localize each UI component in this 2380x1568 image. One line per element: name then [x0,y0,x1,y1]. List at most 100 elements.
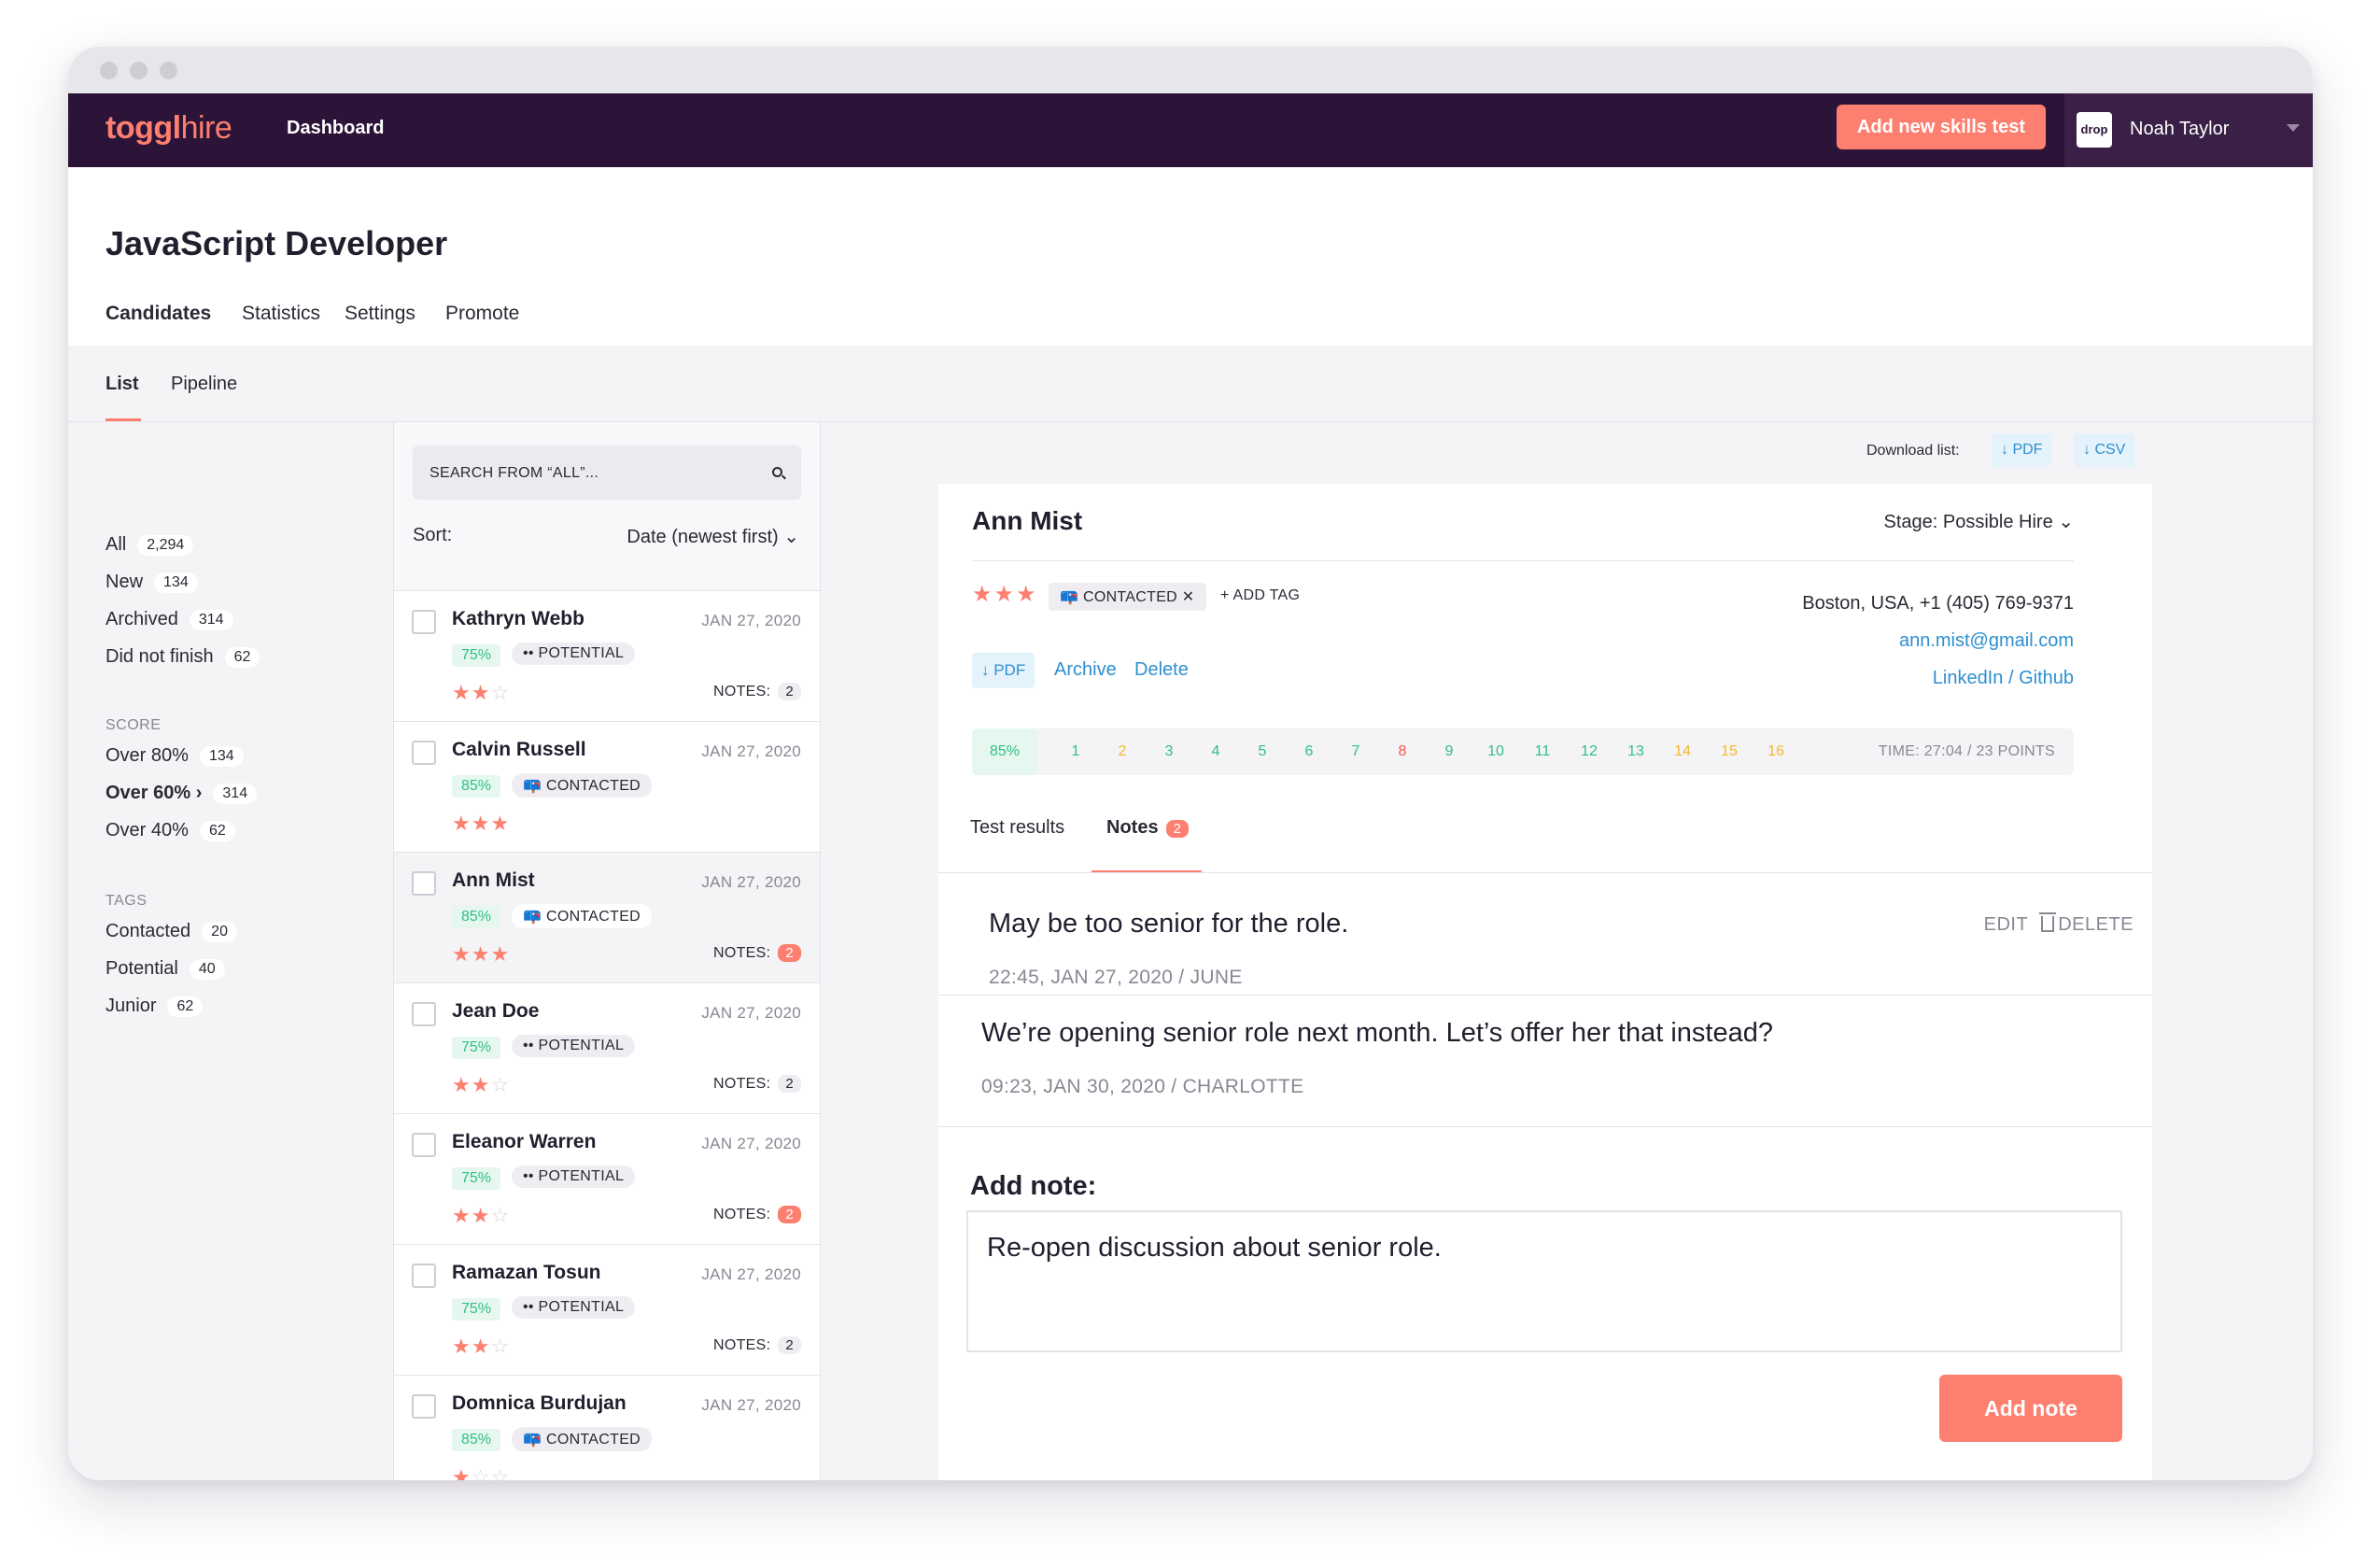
filter-over-60[interactable]: Over 60% › 314 [106,783,258,804]
candidate-checkbox[interactable] [412,1002,436,1026]
question-result-6[interactable]: 6 [1297,743,1321,760]
filter-did-not-finish[interactable]: Did not finish 62 [106,646,261,668]
tag-badge: •• POTENTIAL [512,1296,636,1319]
candidate-pdf-button[interactable]: ↓ PDF [972,653,1035,688]
candidate-card[interactable]: Jean Doe JAN 27, 2020 75% •• POTENTIAL ★… [394,983,820,1114]
user-menu[interactable]: drop Noah Taylor [2064,93,2313,167]
question-result-9[interactable]: 9 [1437,743,1461,760]
filter-over-80[interactable]: Over 80% 134 [106,745,244,767]
question-result-14[interactable]: 14 [1670,743,1695,760]
star-rating[interactable]: ★★☆ [452,1073,510,1097]
download-pdf-button[interactable]: ↓ PDF [1992,433,2052,467]
add-note-heading: Add note: [970,1171,1097,1201]
question-result-12[interactable]: 12 [1577,743,1601,760]
chevron-down-icon [2287,124,2300,132]
tag-badge: 📪 CONTACTED [512,904,653,928]
window-minimize-dot[interactable] [130,62,148,79]
tab-notes[interactable]: Notes 2 [1106,817,1189,839]
score-badge: 75% [452,1298,501,1321]
window-zoom-dot[interactable] [160,62,177,79]
window-close-dot[interactable] [100,62,118,79]
candidate-checkbox[interactable] [412,871,436,896]
link-separator: / [2007,668,2014,688]
candidate-card[interactable]: Calvin Russell JAN 27, 2020 85% 📪 CONTAC… [394,722,820,853]
candidate-card[interactable]: Ramazan Tosun JAN 27, 2020 75% •• POTENT… [394,1245,820,1376]
filter-over-40[interactable]: Over 40% 62 [106,820,235,841]
question-result-3[interactable]: 3 [1157,743,1181,760]
linkedin-link[interactable]: LinkedIn [1933,668,2004,688]
notes-count: NOTES: 2 [713,683,801,700]
avatar: drop [2077,112,2112,148]
window-titlebar [68,47,2313,93]
add-skills-test-button[interactable]: Add new skills test [1837,105,2046,149]
filter-tag-potential[interactable]: Potential 40 [106,958,225,980]
candidate-checkbox[interactable] [412,1133,436,1157]
question-result-16[interactable]: 16 [1764,743,1788,760]
candidate-card[interactable]: Kathryn Webb JAN 27, 2020 75% •• POTENTI… [394,591,820,722]
question-result-15[interactable]: 15 [1717,743,1741,760]
sort-dropdown[interactable]: Date (newest first) ⌄ [627,525,799,548]
trash-icon[interactable] [2039,912,2057,932]
question-result-7[interactable]: 7 [1344,743,1368,760]
question-result-5[interactable]: 5 [1250,743,1274,760]
candidate-checkbox[interactable] [412,1394,436,1419]
candidate-card[interactable]: Domnica Burdujan JAN 27, 2020 85% 📪 CONT… [394,1376,820,1480]
question-result-8[interactable]: 8 [1390,743,1415,760]
filter-tag-contacted[interactable]: Contacted 20 [106,921,237,942]
question-result-2[interactable]: 2 [1110,743,1134,760]
score-heading: SCORE [106,717,162,733]
candidate-date: JAN 27, 2020 [701,1004,801,1022]
filter-all[interactable]: All 2,294 [106,534,194,556]
star-rating[interactable]: ★★★ [972,581,1038,608]
search-input[interactable]: SEARCH FROM “ALL”... [413,445,801,500]
add-note-textarea[interactable]: Re-open discussion about senior role. [966,1210,2122,1352]
edit-note-button[interactable]: EDIT [1984,914,2029,935]
candidate-card[interactable]: Eleanor Warren JAN 27, 2020 75% •• POTEN… [394,1114,820,1245]
star-rating[interactable]: ★★☆ [452,1204,510,1228]
github-link[interactable]: Github [2019,668,2074,688]
filter-archived[interactable]: Archived 314 [106,609,233,630]
candidate-checkbox[interactable] [412,1264,436,1288]
toggl-hire-logo[interactable]: togglhire [106,110,232,147]
star-rating[interactable]: ★★★ [452,942,510,967]
question-result-1[interactable]: 1 [1063,743,1088,760]
tab-statistics[interactable]: Statistics [242,303,320,325]
question-result-11[interactable]: 11 [1530,743,1555,760]
question-result-4[interactable]: 4 [1204,743,1228,760]
tab-promote[interactable]: Promote [445,303,519,325]
candidate-checkbox[interactable] [412,741,436,765]
tab-settings[interactable]: Settings [345,303,415,325]
tab-candidates[interactable]: Candidates [106,303,211,325]
star-rating[interactable]: ★★☆ [452,681,510,705]
filter-tag-junior[interactable]: Junior 62 [106,996,204,1017]
dashboard-link[interactable]: Dashboard [287,118,384,139]
notes-count-badge: 2 [1165,820,1189,838]
download-csv-button[interactable]: ↓ CSV [2074,433,2135,467]
search-icon[interactable] [772,467,782,477]
email-link[interactable]: ann.mist@gmail.com [1802,622,2074,659]
count-badge: 20 [202,921,237,942]
delete-link[interactable]: Delete [1134,659,1189,681]
tags-heading: TAGS [106,893,148,909]
star-rating[interactable]: ★★☆ [452,1335,510,1359]
archive-link[interactable]: Archive [1054,659,1117,681]
candidate-card-selected[interactable]: Ann Mist JAN 27, 2020 85% 📪 CONTACTED ★★… [394,853,820,983]
add-tag-button[interactable]: + ADD TAG [1220,587,1300,604]
stage-dropdown[interactable]: Stage: Possible Hire ⌄ [1883,510,2074,533]
filter-new[interactable]: New 134 [106,572,198,593]
question-result-13[interactable]: 13 [1624,743,1648,760]
add-note-button[interactable]: Add note [1939,1375,2122,1442]
tag-badge: •• POTENTIAL [512,1035,636,1057]
score-badge: 75% [452,644,501,667]
question-result-10[interactable]: 10 [1484,743,1508,760]
delete-note-button[interactable]: DELETE [2058,914,2134,935]
subtab-pipeline[interactable]: Pipeline [171,374,237,395]
tag-contacted-removable[interactable]: 📪 CONTACTED ✕ [1049,583,1206,611]
tab-test-results[interactable]: Test results [970,817,1064,839]
candidate-checkbox[interactable] [412,610,436,634]
subtab-list[interactable]: List [106,374,139,395]
user-name: Noah Taylor [2130,119,2230,139]
candidate-date: JAN 27, 2020 [701,1265,801,1283]
star-rating[interactable]: ★★★ [452,812,510,836]
star-rating[interactable]: ★☆☆ [452,1465,510,1480]
